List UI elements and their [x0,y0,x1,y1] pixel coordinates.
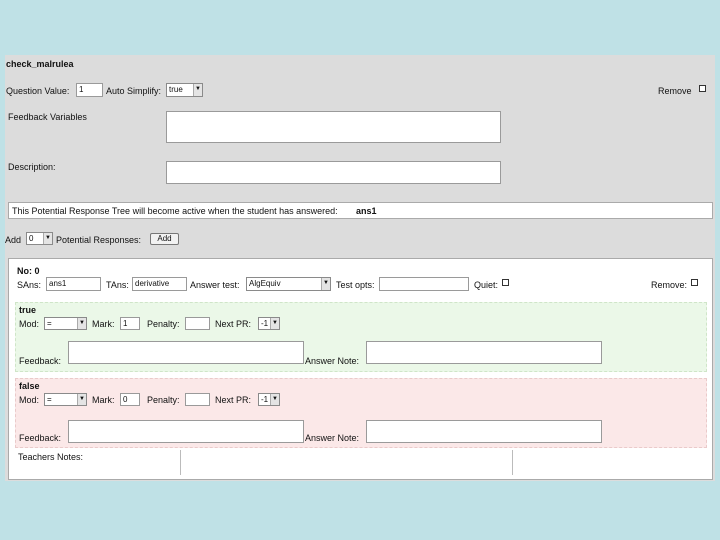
true-mod-label: Mod: [19,319,40,329]
true-branch: true Mod: = ▼ Mark: 1 Penalty: Next PR: … [15,302,707,372]
true-penalty-label: Penalty: [147,319,180,329]
chevron-down-icon: ▼ [43,233,52,244]
auto-simplify-label: Auto Simplify: [106,86,162,96]
answer-test-label: Answer test: [190,280,240,290]
prt-node: No: 0 SAns: ans1 TAns: derivative Answer… [8,258,713,480]
add-count-value: 0 [29,234,34,243]
false-penalty-input[interactable] [185,393,210,406]
auto-simplify-select[interactable]: true ▼ [166,83,203,97]
true-next-value: -1 [261,319,269,328]
true-penalty-input[interactable] [185,317,210,330]
true-feedback-input[interactable] [68,341,304,364]
test-opts-label: Test opts: [336,280,375,290]
feedback-variables-label: Feedback Variables [8,112,87,122]
true-answer-note-input[interactable] [366,341,602,364]
auto-simplify-value: true [169,85,183,94]
quiet-checkbox[interactable] [502,279,509,286]
true-mark-label: Mark: [92,319,115,329]
description-label: Description: [8,162,56,172]
true-mod-select[interactable]: = ▼ [44,317,87,330]
sans-input[interactable]: ans1 [46,277,101,291]
node-remove-label: Remove: [651,280,688,290]
answer-test-select[interactable]: AlgEquiv ▼ [246,277,331,291]
test-opts-input[interactable] [379,277,469,291]
false-branch: false Mod: = ▼ Mark: 0 Penalty: Next PR:… [15,378,707,448]
false-mark-label: Mark: [92,395,115,405]
chevron-down-icon: ▼ [193,84,202,96]
false-mod-label: Mod: [19,395,40,405]
question-value-label: Question Value: [6,86,70,96]
false-mod-value: = [47,395,52,404]
teachers-notes-input[interactable] [181,450,512,475]
true-next-select[interactable]: -1 ▼ [258,317,280,330]
chevron-down-icon: ▼ [270,318,279,329]
potential-responses-label: Potential Responses: [56,235,142,245]
tans-label: TAns: [106,280,129,290]
sans-label: SAns: [17,280,42,290]
add-label: Add [5,235,22,245]
quiet-label: Quiet: [474,280,499,290]
false-next-value: -1 [261,395,269,404]
add-responses-button[interactable]: Add [150,233,179,245]
chevron-down-icon: ▼ [77,318,86,329]
prt-name-title: check_malrulea [6,59,74,69]
false-answer-note-label: Answer Note: [305,433,360,443]
remove-checkbox[interactable] [699,85,706,92]
remove-label: Remove [658,86,692,96]
true-answer-note-label: Answer Note: [305,356,360,366]
answer-test-value: AlgEquiv [249,279,281,288]
false-mark-input[interactable]: 0 [120,393,140,406]
false-feedback-label: Feedback: [19,433,62,443]
question-value-input[interactable]: 1 [76,83,103,97]
true-feedback-label: Feedback: [19,356,62,366]
false-answer-note-input[interactable] [366,420,602,443]
description-input[interactable] [166,161,501,184]
teachers-notes-label: Teachers Notes: [18,452,84,462]
prt-info-answer: ans1 [356,206,377,216]
notes-divider [512,450,513,475]
chevron-down-icon: ▼ [77,394,86,405]
false-feedback-input[interactable] [68,420,304,443]
prt-info-bar: This Potential Response Tree will become… [8,202,713,219]
false-mod-select[interactable]: = ▼ [44,393,87,406]
node-title: No: 0 [17,266,40,276]
node-remove-checkbox[interactable] [691,279,698,286]
false-next-label: Next PR: [215,395,252,405]
true-next-label: Next PR: [215,319,252,329]
false-next-select[interactable]: -1 ▼ [258,393,280,406]
feedback-variables-input[interactable] [166,111,501,143]
true-mark-input[interactable]: 1 [120,317,140,330]
prt-info-text: This Potential Response Tree will become… [12,206,338,216]
false-branch-title: false [19,381,40,391]
chevron-down-icon: ▼ [321,278,330,290]
false-penalty-label: Penalty: [147,395,180,405]
tans-input[interactable]: derivative [132,277,187,291]
add-count-select[interactable]: 0 ▼ [26,232,53,245]
chevron-down-icon: ▼ [270,394,279,405]
prt-panel: check_malrulea Question Value: 1 Auto Si… [5,55,715,481]
true-branch-title: true [19,305,37,315]
true-mod-value: = [47,319,52,328]
